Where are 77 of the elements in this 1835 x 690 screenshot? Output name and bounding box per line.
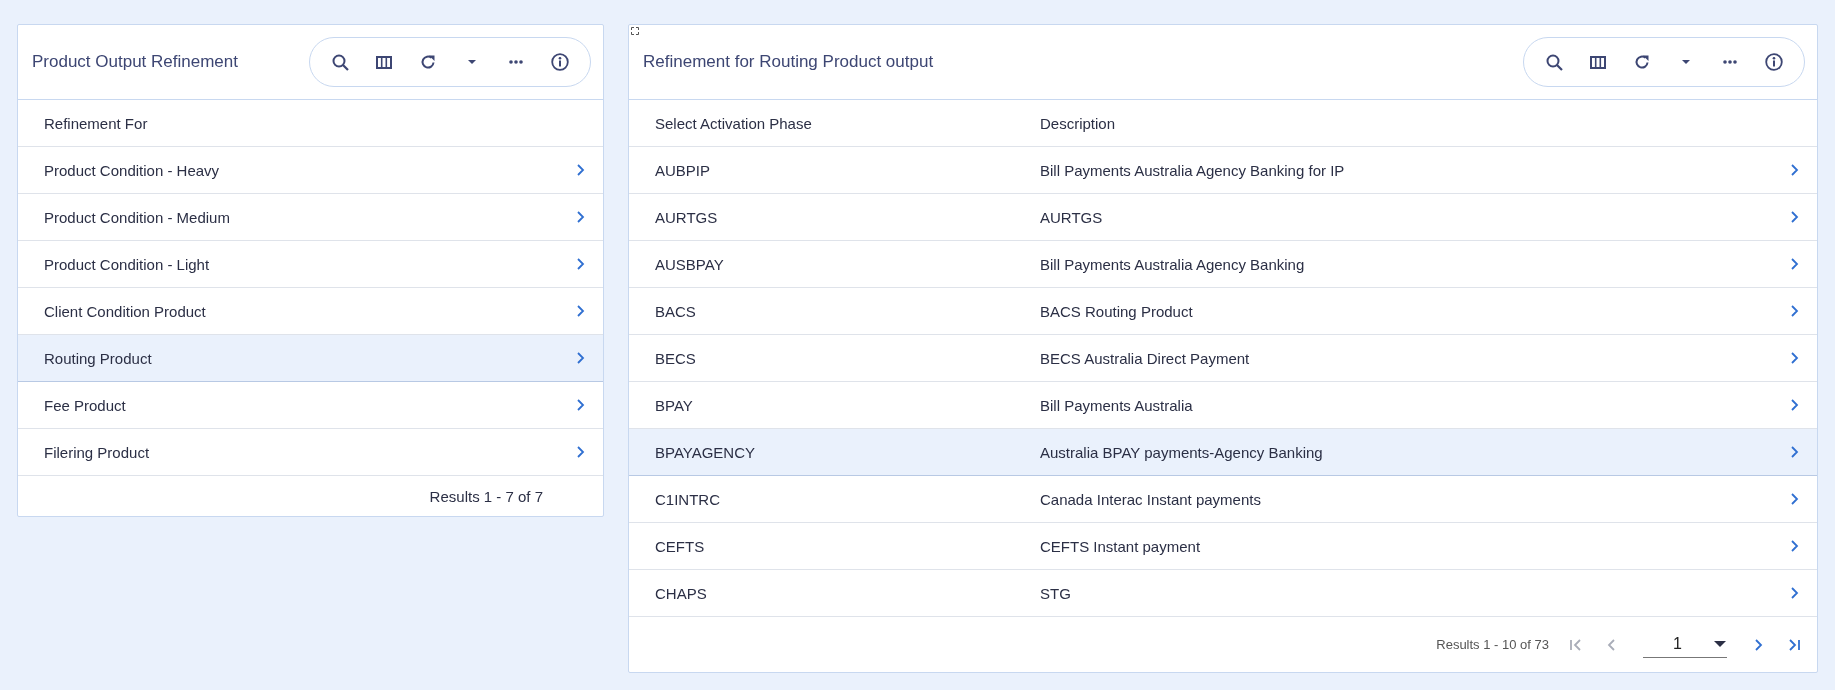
info-icon[interactable] xyxy=(1765,53,1783,71)
table-row[interactable]: AUBPIP Bill Payments Australia Agency Banking for IP xyxy=(629,147,1817,194)
chevron-icon xyxy=(1789,163,1799,177)
chevron-icon xyxy=(575,257,585,271)
chevron-icon xyxy=(1789,586,1799,600)
table-row[interactable]: Filering Product xyxy=(18,429,603,476)
chevron-icon xyxy=(1789,492,1799,506)
table-cell-text: Bill Payments Australia Agency Banking xyxy=(1040,255,1306,273)
table-cell-text: BECS Australia Direct Payment xyxy=(1040,349,1251,367)
table-row[interactable]: BACS BACS Routing Product xyxy=(629,288,1817,335)
table-cell-text: AURTGS xyxy=(1040,208,1104,226)
results-text: Results 1 - 10 of 73 xyxy=(1436,637,1549,652)
table-row[interactable]: Routing Product xyxy=(18,335,603,382)
table-cell-text: STG xyxy=(1040,584,1072,602)
chevron-icon xyxy=(1789,351,1799,365)
chevron-icon xyxy=(575,351,585,365)
table-row[interactable]: Product Condition - Light xyxy=(18,241,603,288)
table-cell-text: Bill Payments Australia xyxy=(1040,396,1194,414)
chevron-icon xyxy=(575,445,585,459)
chevron-icon xyxy=(1789,210,1799,224)
table-cell-text: BECS xyxy=(655,349,697,367)
table-row[interactable]: Fee Product xyxy=(18,382,603,429)
table-row[interactable]: BECS BECS Australia Direct Payment xyxy=(629,335,1817,382)
chevron-icon xyxy=(1789,539,1799,553)
table-row[interactable]: AURTGS AURTGS xyxy=(629,194,1817,241)
table-cell-text: BPAYAGENCY xyxy=(655,443,757,461)
table-cell-text: BACS Routing Product xyxy=(1040,302,1194,320)
table-cell-text: Client Condition Product xyxy=(44,302,207,320)
table-cell-text: BACS xyxy=(655,302,697,320)
chevron-icon xyxy=(575,210,585,224)
column-header: Description xyxy=(1040,114,1117,132)
table-cell-text: Australia BPAY payments-Agency Banking xyxy=(1040,443,1324,461)
columns-icon[interactable] xyxy=(1589,53,1607,71)
chevron-icon xyxy=(1789,445,1799,459)
table-row[interactable]: BPAYAGENCY Australia BPAY payments-Agency Banking xyxy=(629,429,1817,476)
table-row[interactable]: C1INTRC Canada Interac Instant payments xyxy=(629,476,1817,523)
table-cell-text: AURTGS xyxy=(655,208,719,226)
table-cell-text: Fee Product xyxy=(44,396,127,414)
chevron-icon xyxy=(575,398,585,412)
column-header: Refinement For xyxy=(44,114,149,132)
table-cell-text: BPAY xyxy=(655,396,694,414)
table-row[interactable]: Product Condition - Heavy xyxy=(18,147,603,194)
chevron-icon xyxy=(1789,257,1799,271)
info-icon[interactable] xyxy=(551,53,569,71)
column-header: Select Activation Phase xyxy=(655,114,813,132)
panel-title: Refinement for Routing Product output xyxy=(643,52,934,72)
chevron-icon xyxy=(575,304,585,318)
chevron-icon xyxy=(1789,304,1799,318)
chevron-icon xyxy=(575,163,585,177)
refresh-icon[interactable] xyxy=(419,53,437,71)
table-cell-text: Product Condition - Light xyxy=(44,255,211,273)
table-row[interactable]: CEFTS CEFTS Instant payment xyxy=(629,523,1817,570)
refresh-icon[interactable] xyxy=(1633,53,1651,71)
table-cell-text: CEFTS Instant payment xyxy=(1040,537,1202,555)
panel-title: Product Output Refinement xyxy=(32,52,238,72)
table-cell-text: Routing Product xyxy=(44,349,153,367)
table-cell-text: AUSBPAY xyxy=(655,255,725,273)
table-cell-text: Product Condition - Medium xyxy=(44,208,231,226)
table-row[interactable]: CHAPS STG xyxy=(629,570,1817,617)
expand-icon xyxy=(631,27,639,35)
table-cell-text: Canada Interac Instant payments xyxy=(1040,490,1262,508)
columns-icon[interactable] xyxy=(375,53,393,71)
search-icon[interactable] xyxy=(331,53,349,71)
table-cell-text: CHAPS xyxy=(655,584,708,602)
table-row[interactable]: Product Condition - Medium xyxy=(18,194,603,241)
table-row[interactable]: AUSBPAY Bill Payments Australia Agency Banking xyxy=(629,241,1817,288)
chevron-icon xyxy=(1789,398,1799,412)
table-cell-text: C1INTRC xyxy=(655,490,721,508)
page-select[interactable]: 1 xyxy=(1643,631,1727,658)
table-cell-text: Bill Payments Australia Agency Banking for IP xyxy=(1040,161,1346,179)
results-text: Results 1 - 7 of 7 xyxy=(429,487,543,505)
search-icon[interactable] xyxy=(1545,53,1563,71)
table-cell-text: AUBPIP xyxy=(655,161,712,179)
table-cell-text: Filering Product xyxy=(44,443,151,461)
caret-icon xyxy=(1713,639,1727,649)
table-cell-text: Product Condition - Heavy xyxy=(44,161,221,179)
table-cell-text: CEFTS xyxy=(655,537,706,555)
